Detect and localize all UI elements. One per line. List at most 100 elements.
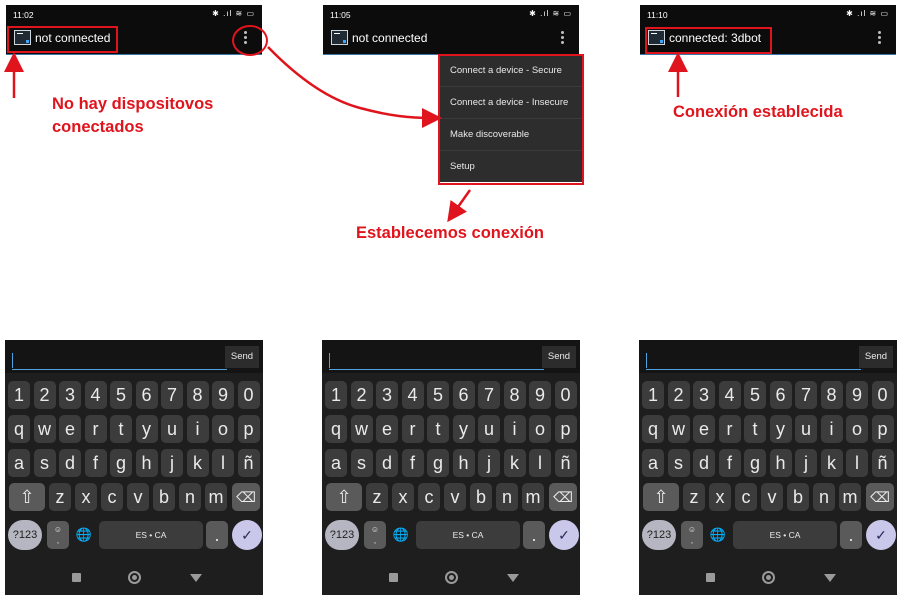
recents-icon[interactable] bbox=[72, 573, 81, 582]
key[interactable]: 2 bbox=[350, 381, 373, 409]
backspace-key-icon[interactable]: ⌫ bbox=[866, 483, 894, 511]
key[interactable]: k bbox=[503, 449, 526, 477]
symbols-key[interactable]: ?123 bbox=[642, 520, 676, 550]
key[interactable]: m bbox=[522, 483, 544, 511]
period-key[interactable]: . bbox=[206, 521, 228, 549]
enter-key-icon[interactable]: ✓ bbox=[232, 520, 262, 550]
key[interactable]: 1 bbox=[8, 381, 30, 409]
globe-icon[interactable]: 🌐 bbox=[73, 521, 95, 549]
key[interactable]: h bbox=[452, 449, 475, 477]
key[interactable]: x bbox=[75, 483, 97, 511]
key[interactable]: f bbox=[84, 449, 107, 477]
key[interactable]: e bbox=[693, 415, 715, 443]
key[interactable]: 5 bbox=[744, 381, 766, 409]
key[interactable]: 5 bbox=[427, 381, 449, 409]
key[interactable]: ñ bbox=[554, 449, 577, 477]
key[interactable]: f bbox=[718, 449, 741, 477]
key[interactable]: l bbox=[846, 449, 868, 477]
key[interactable]: w bbox=[350, 415, 373, 443]
key[interactable]: 5 bbox=[110, 381, 132, 409]
key[interactable]: y bbox=[135, 415, 158, 443]
space-key[interactable]: ES • CA bbox=[99, 521, 203, 549]
backspace-key-icon[interactable]: ⌫ bbox=[549, 483, 577, 511]
back-icon[interactable] bbox=[507, 574, 519, 582]
recents-icon[interactable] bbox=[389, 573, 398, 582]
key[interactable]: p bbox=[554, 415, 577, 443]
key[interactable]: c bbox=[101, 483, 123, 511]
key[interactable]: r bbox=[84, 415, 107, 443]
key[interactable]: c bbox=[418, 483, 440, 511]
symbols-key[interactable]: ?123 bbox=[325, 520, 359, 550]
key[interactable]: g bbox=[110, 449, 132, 477]
key[interactable]: 4 bbox=[84, 381, 107, 409]
key[interactable]: j bbox=[478, 449, 500, 477]
enter-key-icon[interactable]: ✓ bbox=[549, 520, 579, 550]
key[interactable]: r bbox=[401, 415, 424, 443]
key[interactable]: q bbox=[642, 415, 664, 443]
shift-key-icon[interactable]: ⇧ bbox=[643, 483, 679, 511]
symbols-key[interactable]: ?123 bbox=[8, 520, 42, 550]
key[interactable]: 3 bbox=[59, 381, 81, 409]
key[interactable]: 8 bbox=[820, 381, 843, 409]
globe-icon[interactable]: 🌐 bbox=[707, 521, 729, 549]
key[interactable]: 6 bbox=[135, 381, 158, 409]
key[interactable]: q bbox=[8, 415, 30, 443]
key[interactable]: y bbox=[769, 415, 792, 443]
key[interactable]: o bbox=[846, 415, 868, 443]
send-button[interactable]: Send bbox=[542, 346, 576, 368]
key[interactable]: 7 bbox=[478, 381, 500, 409]
key[interactable]: 2 bbox=[667, 381, 690, 409]
key[interactable]: p bbox=[237, 415, 260, 443]
home-icon[interactable] bbox=[445, 571, 458, 584]
key[interactable]: z bbox=[49, 483, 71, 511]
key[interactable]: n bbox=[179, 483, 201, 511]
key[interactable]: y bbox=[452, 415, 475, 443]
key[interactable]: h bbox=[135, 449, 158, 477]
key[interactable]: 7 bbox=[795, 381, 817, 409]
key[interactable]: g bbox=[427, 449, 449, 477]
key[interactable]: i bbox=[186, 415, 209, 443]
key[interactable]: w bbox=[667, 415, 690, 443]
key[interactable]: b bbox=[787, 483, 809, 511]
key[interactable]: 9 bbox=[846, 381, 868, 409]
key[interactable]: 4 bbox=[718, 381, 741, 409]
key[interactable]: t bbox=[110, 415, 132, 443]
recents-icon[interactable] bbox=[706, 573, 715, 582]
key[interactable]: p bbox=[871, 415, 894, 443]
enter-key-icon[interactable]: ✓ bbox=[866, 520, 896, 550]
key[interactable]: i bbox=[503, 415, 526, 443]
key[interactable]: 8 bbox=[186, 381, 209, 409]
key[interactable]: e bbox=[376, 415, 398, 443]
key[interactable]: t bbox=[427, 415, 449, 443]
key[interactable]: t bbox=[744, 415, 766, 443]
shift-key-icon[interactable]: ⇧ bbox=[9, 483, 45, 511]
key[interactable]: 1 bbox=[642, 381, 664, 409]
key[interactable]: o bbox=[529, 415, 551, 443]
emoji-key[interactable]: ☺ , bbox=[364, 521, 386, 549]
home-icon[interactable] bbox=[762, 571, 775, 584]
key[interactable]: e bbox=[59, 415, 81, 443]
key[interactable]: 2 bbox=[33, 381, 56, 409]
key[interactable]: u bbox=[161, 415, 183, 443]
shift-key-icon[interactable]: ⇧ bbox=[326, 483, 362, 511]
key[interactable]: w bbox=[33, 415, 56, 443]
period-key[interactable]: . bbox=[523, 521, 545, 549]
key[interactable]: ñ bbox=[237, 449, 260, 477]
key[interactable]: x bbox=[392, 483, 414, 511]
key[interactable]: s bbox=[667, 449, 690, 477]
key[interactable]: c bbox=[735, 483, 757, 511]
key[interactable]: z bbox=[683, 483, 705, 511]
globe-icon[interactable]: 🌐 bbox=[390, 521, 412, 549]
space-key[interactable]: ES • CA bbox=[733, 521, 837, 549]
back-icon[interactable] bbox=[824, 574, 836, 582]
key[interactable]: k bbox=[186, 449, 209, 477]
key[interactable]: x bbox=[709, 483, 731, 511]
overflow-menu-icon[interactable] bbox=[878, 30, 882, 48]
key[interactable]: n bbox=[496, 483, 518, 511]
key[interactable]: d bbox=[59, 449, 81, 477]
key[interactable]: 9 bbox=[212, 381, 234, 409]
key[interactable]: 4 bbox=[401, 381, 424, 409]
overflow-menu-icon[interactable] bbox=[561, 30, 565, 48]
key[interactable]: 6 bbox=[452, 381, 475, 409]
key[interactable]: ñ bbox=[871, 449, 894, 477]
